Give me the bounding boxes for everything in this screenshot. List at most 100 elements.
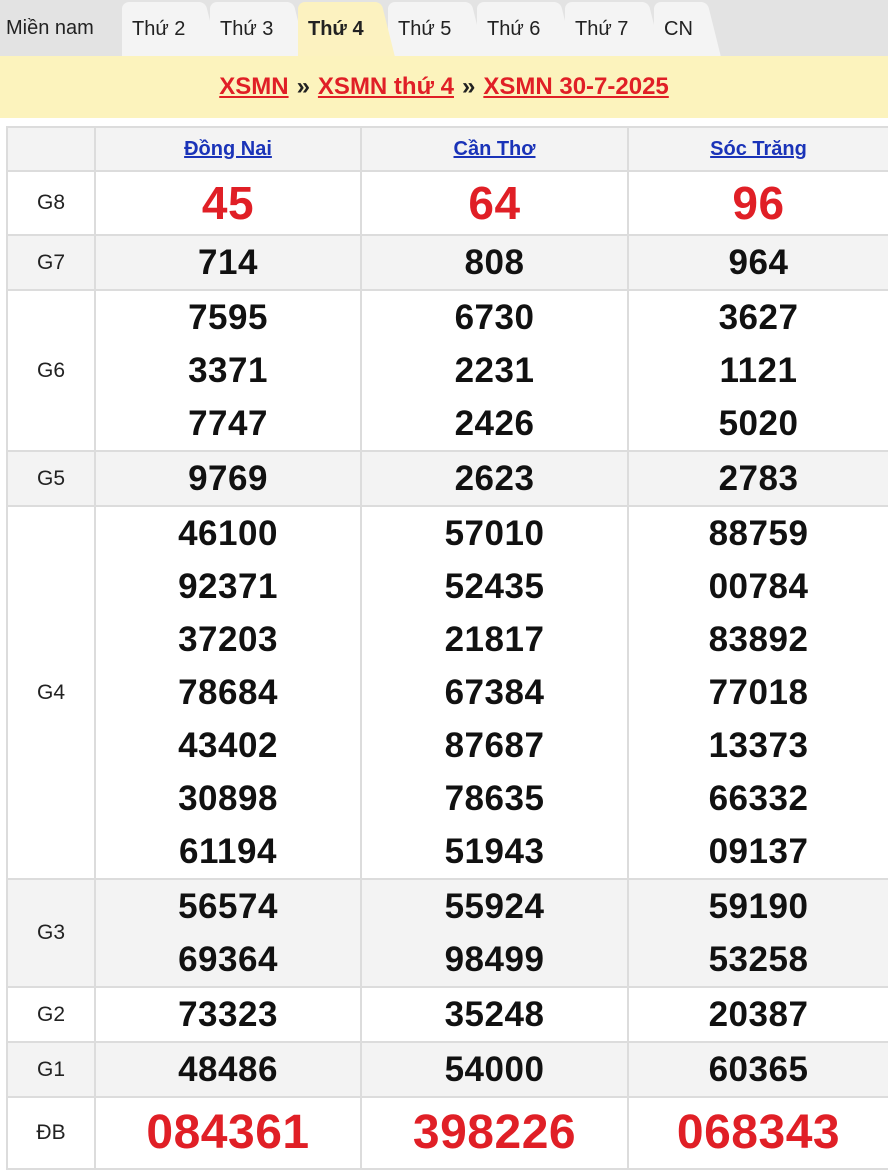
prize-row: G3 56574 69364 55924 98499 59190 53258 xyxy=(6,878,888,988)
prize-number: 2623 xyxy=(454,459,535,498)
breadcrumb-date-link[interactable]: XSMN 30-7-2025 xyxy=(483,73,668,101)
prize-number: 52435 xyxy=(444,567,545,606)
result-cell: 64 xyxy=(360,170,629,236)
result-cell: 73323 xyxy=(94,986,362,1043)
prize-row: G2 73323 35248 20387 xyxy=(6,986,888,1043)
result-cell: 20387 xyxy=(627,986,888,1043)
prize-number: 7595 xyxy=(188,298,268,337)
prize-number: 78684 xyxy=(178,673,278,712)
prize-number: 77018 xyxy=(708,673,809,712)
breadcrumb-separator: » xyxy=(461,73,476,100)
result-cell: 88759 00784 83892 77018 13373 66332 09137 xyxy=(627,505,888,880)
result-cell: 7595 3371 7747 xyxy=(94,289,362,452)
prize-label: G1 xyxy=(6,1041,96,1098)
result-cell: 6730 2231 2426 xyxy=(360,289,629,452)
prize-number: 54000 xyxy=(444,1050,545,1089)
prize-number: 3627 xyxy=(718,298,799,337)
day-tabs: Miền nam Thứ 2 Thứ 3 Thứ 4 Thứ 5 Thứ 6 T… xyxy=(0,0,888,56)
result-cell: 96 xyxy=(627,170,888,236)
header-province-cell: Sóc Trăng xyxy=(627,126,888,172)
header-empty-cell xyxy=(6,126,96,172)
tab-thu-7[interactable]: Thứ 7 xyxy=(565,2,647,56)
result-cell: 54000 xyxy=(360,1041,629,1098)
prize-number: 9769 xyxy=(188,459,268,498)
prize-number: 13373 xyxy=(708,726,809,765)
result-cell: 59190 53258 xyxy=(627,878,888,988)
lottery-results-table: Đồng Nai Cần Thơ Sóc Trăng G8 45 64 96 G7 714… xyxy=(6,126,888,1170)
prize-number: 69364 xyxy=(178,940,278,979)
prize-number: 60365 xyxy=(708,1050,809,1089)
result-cell: 48486 xyxy=(94,1041,362,1098)
prize-number: 2231 xyxy=(454,351,535,390)
prize-number: 30898 xyxy=(178,779,278,818)
province-link-can-tho[interactable]: Cần Thơ xyxy=(454,138,536,160)
result-cell: 2783 xyxy=(627,450,888,507)
special-prize-number: 398226 xyxy=(412,1106,577,1159)
prize-row: G8 45 64 96 xyxy=(6,170,888,236)
prize-number: 3371 xyxy=(188,351,268,390)
prize-number: 808 xyxy=(464,243,525,282)
prize-number: 88759 xyxy=(708,514,809,553)
prize-row: G5 9769 2623 2783 xyxy=(6,450,888,507)
result-cell: 57010 52435 21817 67384 87687 78635 51943 xyxy=(360,505,629,880)
result-cell: 398226 xyxy=(360,1096,629,1170)
prize-number: 51943 xyxy=(444,832,545,871)
prize-label: G7 xyxy=(6,234,96,291)
prize-row: ĐB 084361 398226 068343 xyxy=(6,1096,888,1170)
prize-number: 78635 xyxy=(444,779,545,818)
breadcrumb-day-link[interactable]: XSMN thứ 4 xyxy=(318,73,454,101)
prize-number: 73323 xyxy=(178,995,278,1034)
province-link-soc-trang[interactable]: Sóc Trăng xyxy=(710,138,807,160)
tab-thu-2[interactable]: Thứ 2 xyxy=(122,2,204,56)
result-cell: 55924 98499 xyxy=(360,878,629,988)
result-cell: 714 xyxy=(94,234,362,291)
prize-number: 48486 xyxy=(178,1050,278,1089)
prize-number: 43402 xyxy=(178,726,278,765)
prize-number: 714 xyxy=(198,243,258,282)
prize-number: 59190 xyxy=(708,887,809,926)
result-cell: 35248 xyxy=(360,986,629,1043)
prize-number: 7747 xyxy=(188,404,268,443)
tab-thu-3[interactable]: Thứ 3 xyxy=(210,2,292,56)
breadcrumb: XSMN » XSMN thứ 4 » XSMN 30-7-2025 xyxy=(0,56,888,118)
result-cell: 46100 92371 37203 78684 43402 30898 61194 xyxy=(94,505,362,880)
result-cell: 56574 69364 xyxy=(94,878,362,988)
prize-number: 55924 xyxy=(444,887,545,926)
result-cell: 60365 xyxy=(627,1041,888,1098)
prize-number: 56574 xyxy=(178,887,278,926)
header-province-cell: Đồng Nai xyxy=(94,126,362,172)
prize-number: 00784 xyxy=(708,567,809,606)
prize-label: G5 xyxy=(6,450,96,507)
prize-label: G6 xyxy=(6,289,96,452)
prize-number: 964 xyxy=(728,243,789,282)
tab-cn[interactable]: CN xyxy=(654,2,706,56)
special-prize-number: 068343 xyxy=(676,1106,841,1159)
prize-row: G6 7595 3371 7747 6730 2231 2426 3627 1121 5020 xyxy=(6,289,888,452)
breadcrumb-xsmn-link[interactable]: XSMN xyxy=(219,73,288,101)
prize-number: 92371 xyxy=(178,567,278,606)
prize-number: 83892 xyxy=(708,620,809,659)
prize-number: 66332 xyxy=(708,779,809,818)
prize-number: 87687 xyxy=(444,726,545,765)
prize-label: G4 xyxy=(6,505,96,880)
result-cell: 964 xyxy=(627,234,888,291)
prize-number: 37203 xyxy=(178,620,278,659)
prize-number: 1121 xyxy=(719,351,798,390)
province-link-dong-nai[interactable]: Đồng Nai xyxy=(184,138,272,160)
prize-row: G7 714 808 964 xyxy=(6,234,888,291)
result-cell: 068343 xyxy=(627,1096,888,1170)
prize-label: ĐB xyxy=(6,1096,96,1170)
tab-region[interactable]: Miền nam xyxy=(0,0,112,56)
tab-thu-6[interactable]: Thứ 6 xyxy=(477,2,559,56)
prize-label: G3 xyxy=(6,878,96,988)
result-cell: 2623 xyxy=(360,450,629,507)
header-province-cell: Cần Thơ xyxy=(360,126,629,172)
prize-number: 2783 xyxy=(718,459,799,498)
result-cell: 808 xyxy=(360,234,629,291)
breadcrumb-separator: » xyxy=(296,73,310,100)
tab-thu-5[interactable]: Thứ 5 xyxy=(388,2,470,56)
tab-thu-4[interactable]: Thứ 4 xyxy=(298,2,380,56)
prize-label: G8 xyxy=(6,170,96,236)
result-cell: 45 xyxy=(94,170,362,236)
prize-number: 09137 xyxy=(708,832,809,871)
